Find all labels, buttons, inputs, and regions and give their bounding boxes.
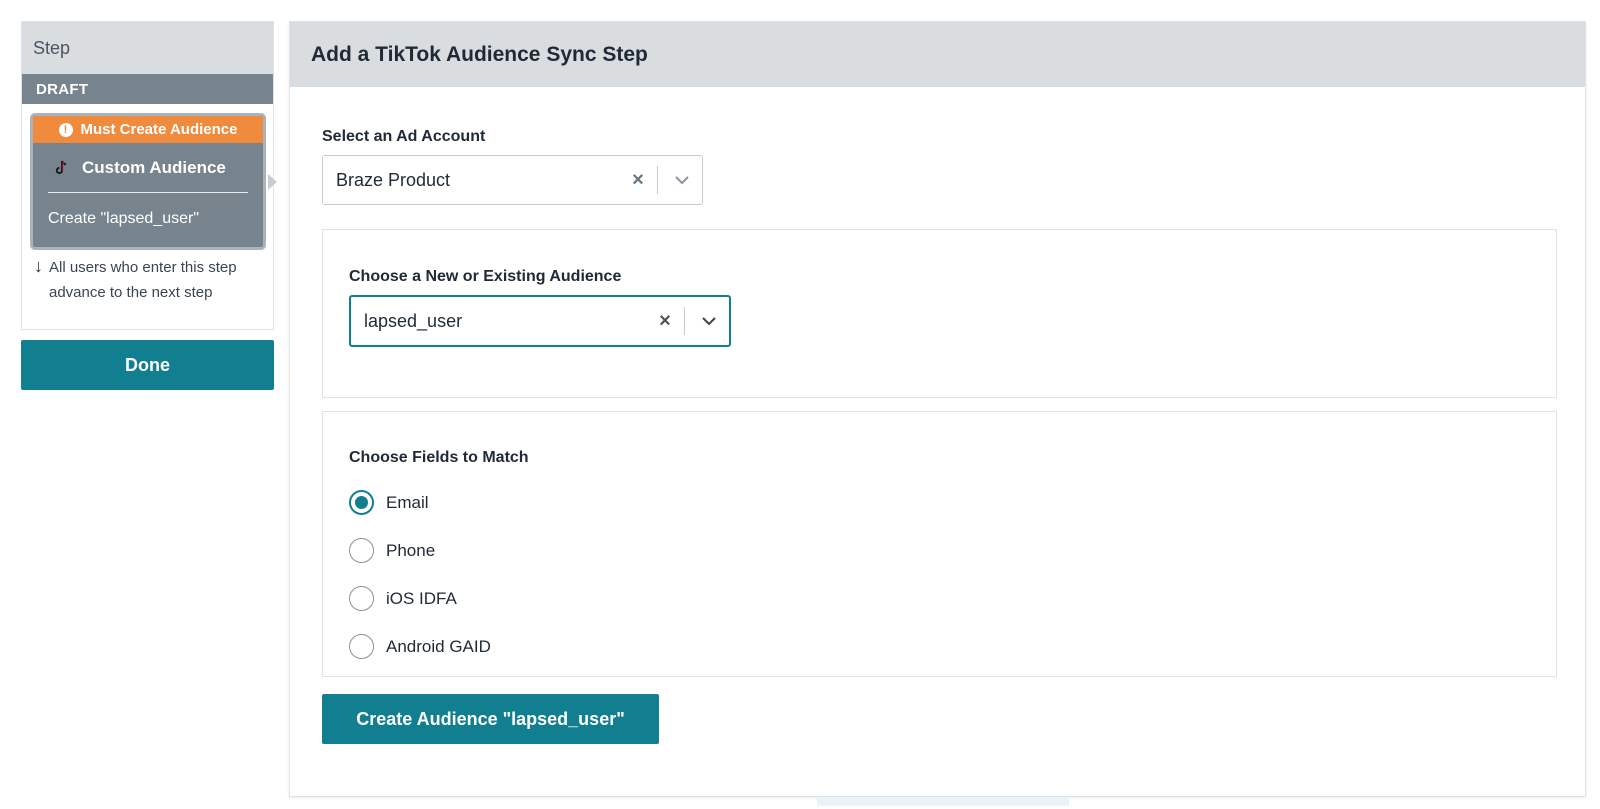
advance-note-text: All users who enter this step advance to… [49, 259, 237, 301]
audience-select[interactable]: lapsed_user × [349, 295, 731, 347]
step-header: Step [22, 22, 273, 74]
chevron-down-icon[interactable] [689, 297, 729, 345]
radio-label: Android GAID [386, 636, 491, 656]
tiktok-icon [55, 160, 67, 174]
audience-sync-modal: Add a TikTok Audience Sync Step Select a… [289, 21, 1586, 797]
radio-option-email[interactable]: Email [349, 490, 429, 515]
step-card[interactable]: ! Must Create Audience Custom Audience C… [30, 113, 277, 250]
radio-option-android-gaid[interactable]: Android GAID [349, 634, 491, 659]
radio-option-phone[interactable]: Phone [349, 538, 435, 563]
step-card-description: Create "lapsed_user" [48, 210, 199, 227]
ad-account-value: Braze Product [336, 169, 451, 190]
arrow-down-icon: ↓ [34, 256, 43, 276]
audience-value: lapsed_user [364, 310, 463, 331]
clear-audience-icon[interactable]: × [650, 310, 680, 333]
radio-label: Phone [386, 540, 436, 560]
background-element [817, 797, 1069, 806]
done-button[interactable]: Done [21, 340, 274, 390]
select-separator [657, 166, 658, 194]
radio-button[interactable] [349, 586, 374, 611]
must-create-audience-warning: ! Must Create Audience [33, 116, 263, 143]
radio-button[interactable] [349, 490, 374, 515]
chevron-down-icon[interactable] [662, 156, 702, 204]
warning-icon: ! [58, 122, 73, 137]
step-card-title: Custom Audience [82, 157, 226, 177]
radio-button[interactable] [349, 538, 374, 563]
radio-option-ios-idfa[interactable]: iOS IDFA [349, 586, 457, 611]
clear-ad-account-icon[interactable]: × [623, 169, 653, 192]
radio-button[interactable] [349, 634, 374, 659]
card-pointer-arrow [268, 174, 277, 190]
audience-section: Choose a New or Existing Audience lapsed… [322, 229, 1557, 398]
draft-status-bar: DRAFT [22, 74, 273, 104]
match-fields-section: Choose Fields to Match Email Phone iOS I… [322, 411, 1557, 677]
radio-label: Email [386, 492, 429, 512]
audience-label: Choose a New or Existing Audience [349, 268, 622, 285]
select-separator [684, 307, 685, 335]
advance-note: ↓ All users who enter this step advance … [34, 255, 269, 305]
warning-label: Must Create Audience [80, 121, 238, 138]
match-fields-label: Choose Fields to Match [349, 449, 529, 466]
step-card-title-row: Custom Audience [48, 143, 248, 193]
create-audience-button[interactable]: Create Audience "lapsed_user" [322, 694, 659, 744]
ad-account-label: Select an Ad Account [322, 128, 486, 145]
modal-title: Add a TikTok Audience Sync Step [290, 22, 1585, 87]
step-panel: Step DRAFT ! Must Create Audience Custom… [21, 21, 277, 330]
step-card-body: Custom Audience Create "lapsed_user" [36, 143, 260, 245]
ad-account-select[interactable]: Braze Product × [322, 155, 703, 205]
radio-label: iOS IDFA [386, 588, 457, 608]
